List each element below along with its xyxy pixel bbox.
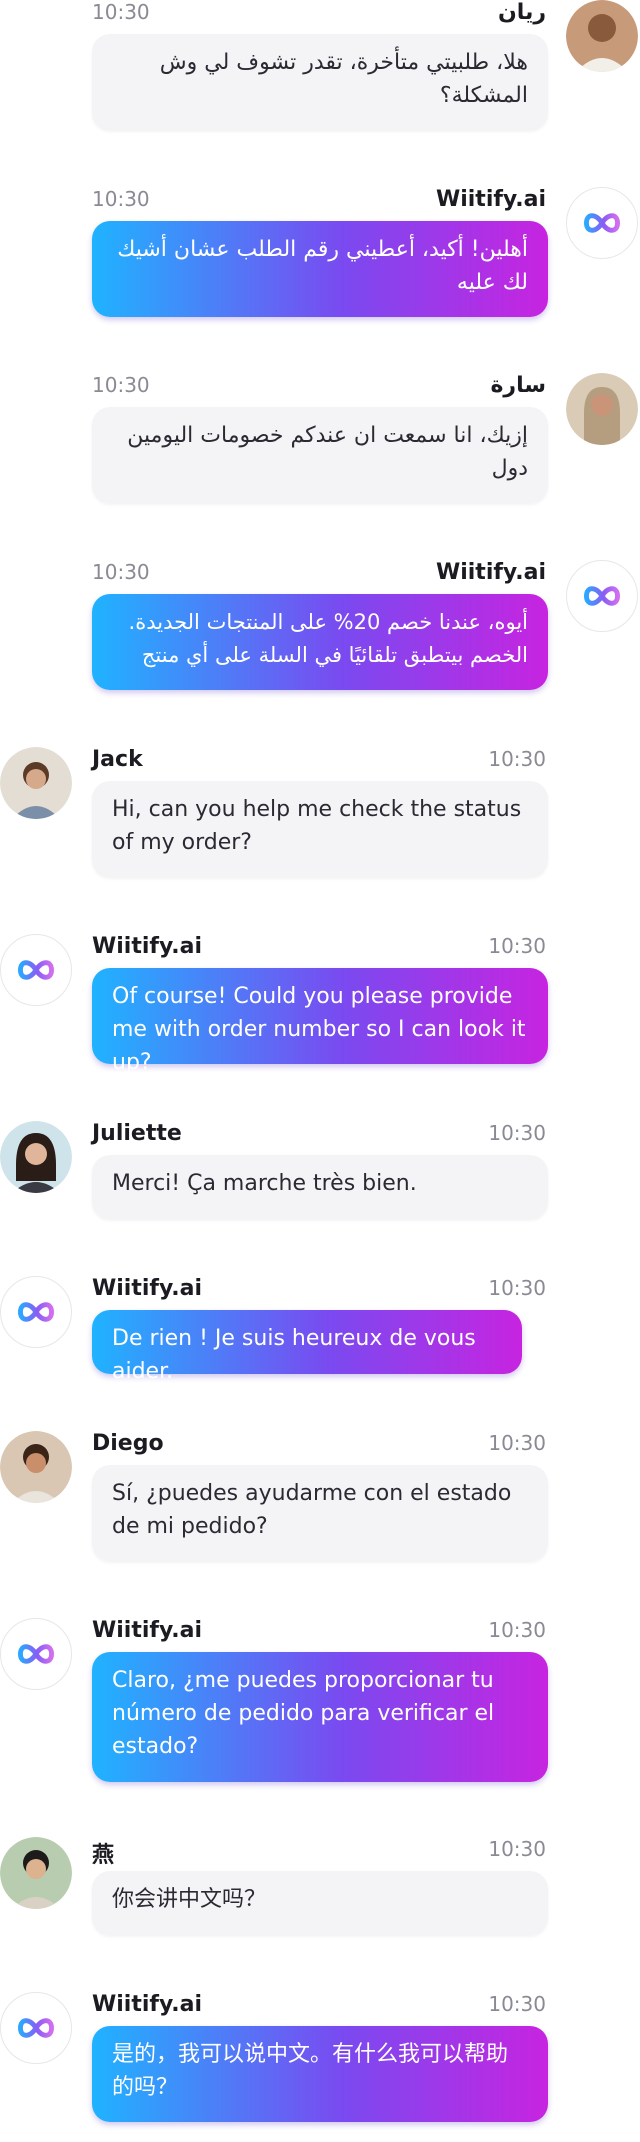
message-author: Jack — [92, 747, 143, 772]
message-author: ريان — [498, 0, 546, 25]
message-author: سارة — [490, 373, 546, 398]
message-bubble: إزيك، انا سمعت ان عندكم خصومات اليومين د… — [92, 407, 548, 503]
message-author: Wiitify.ai — [92, 1276, 203, 1301]
user-avatar — [0, 1121, 72, 1193]
message-author: Diego — [92, 1431, 164, 1456]
message-author: Wiitify.ai — [435, 560, 546, 585]
message-bubble: Of course! Could you please provide me w… — [92, 968, 548, 1075]
infinity-logo-icon — [18, 1644, 54, 1664]
message-time: 10:30 — [92, 187, 150, 211]
person-avatar-icon — [566, 373, 638, 445]
message-bubble: Sí, ¿puedes ayudarme con el estado de mi… — [92, 1465, 548, 1561]
user-avatar — [0, 1837, 72, 1909]
message-time: 10:30 — [92, 560, 150, 584]
infinity-logo-icon — [18, 1302, 54, 1322]
message-bubble: De rien ! Je suis heureux de vous aider. — [92, 1310, 522, 1384]
message-time: 10:30 — [488, 1618, 546, 1642]
message-author: Juliette — [92, 1121, 182, 1146]
message-bubble: هلا، طلبيتي متأخرة، تقدر تشوف لي وش المش… — [92, 34, 548, 130]
message-bubble: Claro, ¿me puedes proporcionar tu número… — [92, 1652, 548, 1782]
bot-avatar — [0, 1618, 72, 1690]
message-time: 10:30 — [488, 747, 546, 771]
bot-avatar — [566, 187, 638, 259]
person-avatar-icon — [0, 1431, 72, 1503]
message-author: 燕 — [92, 1843, 115, 1868]
message-author: Wiitify.ai — [435, 187, 546, 212]
infinity-logo-icon — [18, 2018, 54, 2038]
message-author: Wiitify.ai — [92, 1992, 203, 2017]
message-time: 10:30 — [488, 1121, 546, 1145]
message-bubble: Hi, can you help me check the status of … — [92, 781, 548, 877]
message-time: 10:30 — [488, 1276, 546, 1300]
message-time: 10:30 — [488, 1992, 546, 2016]
infinity-logo-icon — [584, 213, 620, 233]
user-avatar — [566, 0, 638, 72]
message-bubble: أيوه، عندنا خصم 20% على المنتجات الجديدة… — [92, 594, 548, 690]
message-bubble: 你会讲中文吗？ — [92, 1871, 548, 1935]
person-avatar-icon — [566, 0, 638, 72]
bot-avatar — [0, 1276, 72, 1348]
person-avatar-icon — [0, 747, 72, 819]
person-avatar-icon — [0, 1121, 72, 1193]
bot-avatar — [0, 934, 72, 1006]
message-bubble: Merci! Ça marche très bien. — [92, 1155, 548, 1219]
message-time: 10:30 — [488, 934, 546, 958]
infinity-logo-icon — [18, 960, 54, 980]
bot-avatar — [566, 560, 638, 632]
person-avatar-icon — [0, 1837, 72, 1909]
message-time: 10:30 — [92, 373, 150, 397]
message-bubble: 是的，我可以说中文。有什么我可以帮助的吗？ — [92, 2026, 548, 2122]
bot-avatar — [0, 1992, 72, 2064]
message-time: 10:30 — [488, 1837, 546, 1861]
user-avatar — [566, 373, 638, 445]
user-avatar — [0, 747, 72, 819]
user-avatar — [0, 1431, 72, 1503]
message-author: Wiitify.ai — [92, 934, 203, 959]
message-bubble: أهلين! أكيد، أعطيني رقم الطلب عشان أشيك … — [92, 221, 548, 317]
infinity-logo-icon — [584, 586, 620, 606]
message-author: Wiitify.ai — [92, 1618, 203, 1643]
message-time: 10:30 — [92, 0, 150, 24]
message-time: 10:30 — [488, 1431, 546, 1455]
